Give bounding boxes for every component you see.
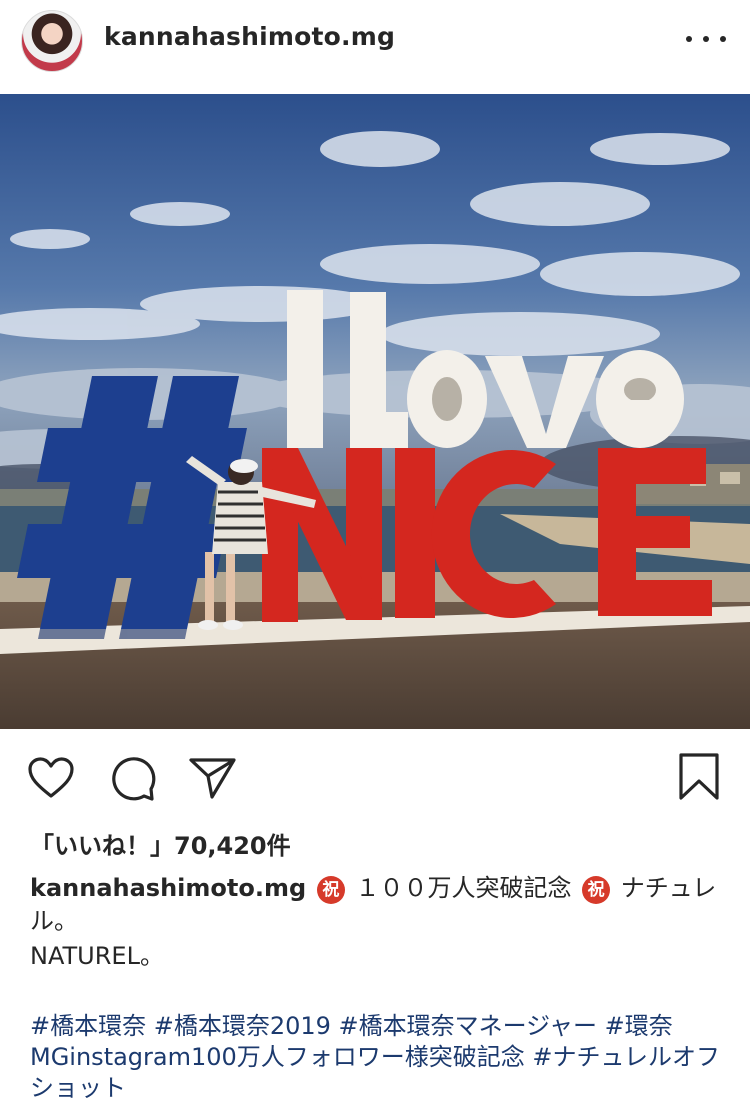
caption: kannahashimoto.mg 祝 １００万人突破記念 祝 ナチュレル。 xyxy=(30,872,720,938)
likes-count[interactable]: 「いいね！」70,420件 xyxy=(30,826,291,861)
comment-icon[interactable] xyxy=(108,756,156,802)
heart-icon[interactable] xyxy=(27,756,75,800)
post-username[interactable]: kannahashimoto.mg xyxy=(104,22,395,51)
celebrate-emoji-icon: 祝 xyxy=(582,876,611,904)
bookmark-icon[interactable] xyxy=(677,752,721,802)
hashtags[interactable]: #橋本環奈 #橋本環奈2019 #橋本環奈マネージャー #環奈MGinstagr… xyxy=(30,1011,730,1104)
action-bar xyxy=(0,740,750,810)
more-dot xyxy=(703,36,709,42)
post-photo[interactable] xyxy=(0,94,750,729)
more-dot xyxy=(720,36,726,42)
post-header: kannahashimoto.mg xyxy=(0,0,750,86)
more-icon[interactable] xyxy=(686,24,726,54)
share-icon[interactable] xyxy=(188,756,238,800)
caption-line: NATUREL。 xyxy=(30,942,164,970)
avatar[interactable] xyxy=(21,10,83,72)
caption-text: １００万人突破記念 xyxy=(355,874,572,902)
caption-username[interactable]: kannahashimoto.mg xyxy=(30,874,306,902)
celebrate-emoji-icon: 祝 xyxy=(316,876,345,904)
more-dot xyxy=(686,36,692,42)
